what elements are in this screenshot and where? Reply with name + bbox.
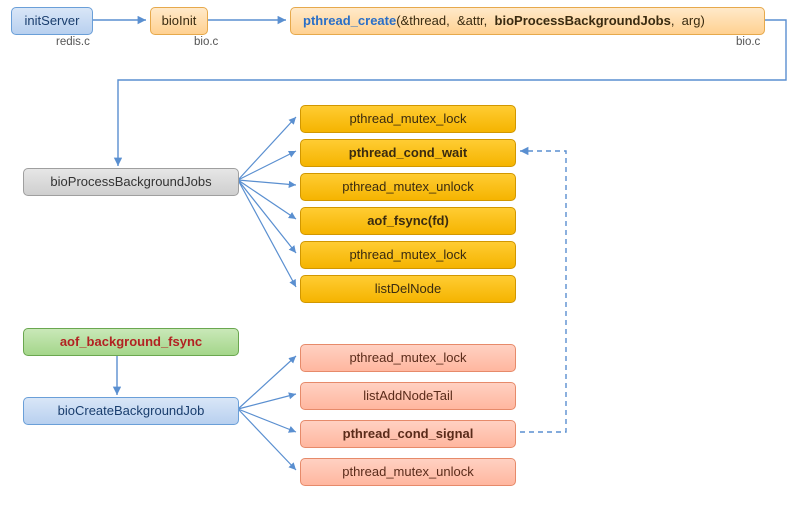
create-item-mutex-lock: pthread_mutex_lock: [300, 344, 516, 372]
file-label-pthreadcreate: bio.c: [736, 36, 760, 48]
node-initserver: initServer: [11, 7, 93, 35]
node-pthread-create: pthread_create(&thread, &attr, bioProces…: [290, 7, 765, 35]
node-biocreate: bioCreateBackgroundJob: [23, 397, 239, 425]
bio-item-mutex-unlock: pthread_mutex_unlock: [300, 173, 516, 201]
bio-item-aof-fsync: aof_fsync(fd): [300, 207, 516, 235]
arg3c: ,: [671, 13, 675, 28]
file-label-initserver: redis.c: [56, 36, 90, 48]
arg2: &attr,: [457, 13, 487, 28]
node-aof-bg-fsync: aof_background_fsync: [23, 328, 239, 356]
bio-item-listdelnode: listDelNode: [300, 275, 516, 303]
create-item-cond-signal: pthread_cond_signal: [300, 420, 516, 448]
arg3: bioProcessBackgroundJobs: [495, 13, 671, 28]
file-label-bioinit: bio.c: [194, 36, 218, 48]
arg5: arg): [682, 13, 705, 28]
bio-item-mutex-lock-1: pthread_mutex_lock: [300, 105, 516, 133]
bio-item-mutex-lock-2: pthread_mutex_lock: [300, 241, 516, 269]
bio-item-cond-wait: pthread_cond_wait: [300, 139, 516, 167]
arg1: (&thread,: [396, 13, 449, 28]
create-item-mutex-unlock: pthread_mutex_unlock: [300, 458, 516, 486]
fn-pthread-create: pthread_create: [303, 13, 396, 28]
node-bioprocess: bioProcessBackgroundJobs: [23, 168, 239, 196]
node-bioinit: bioInit: [150, 7, 208, 35]
create-item-listaddnodetail: listAddNodeTail: [300, 382, 516, 410]
